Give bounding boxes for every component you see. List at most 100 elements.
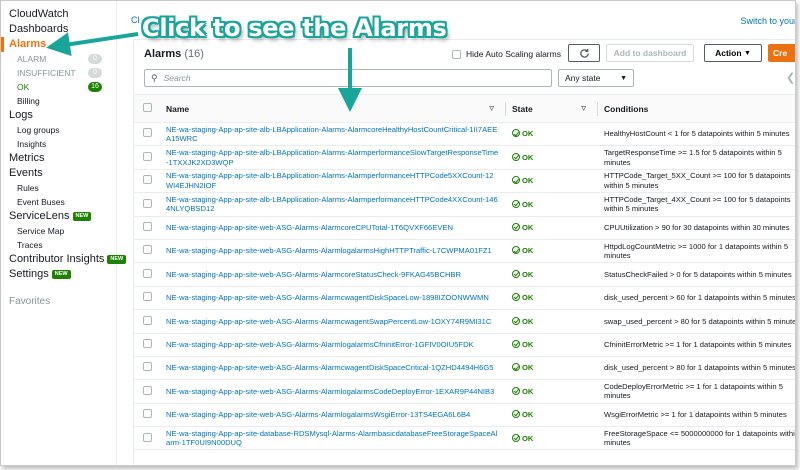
table-row[interactable]: NE-wa-staging-App-ap-site-web-ASG-Alarms… xyxy=(134,309,795,334)
alarm-name-link[interactable]: NE-wa-staging-App-ap-site-web-ASG-Alarms… xyxy=(166,223,453,232)
table-row[interactable]: NE-wa-staging-App-ap-site-web-ASG-Alarms… xyxy=(134,216,795,240)
sidebar-item-ok-state[interactable]: OK 16 xyxy=(1,80,116,94)
sidebar-item-insufficient-state[interactable]: INSUFFICIENT 0 xyxy=(1,66,116,80)
alarm-state-text: OK xyxy=(522,246,534,256)
row-checkbox[interactable] xyxy=(142,245,152,255)
alarm-name-cell: NE-wa-staging-App-ap-site-web-ASG-Alarms… xyxy=(160,333,506,357)
check-circle-icon xyxy=(512,152,520,161)
sidebar-item-metrics[interactable]: Metrics xyxy=(1,151,116,166)
search-input[interactable]: ⚲ Search xyxy=(144,69,552,87)
check-circle-icon xyxy=(512,129,520,138)
alarm-state-cell: OK xyxy=(506,122,598,147)
state-filter-select[interactable]: Any state ▼ xyxy=(558,69,634,87)
alarm-name-link[interactable]: NE-wa-staging-App-ap-site-web-ASG-Alarms… xyxy=(166,293,489,302)
add-to-dashboard-button[interactable]: Add to dashboard xyxy=(606,44,694,62)
table-row[interactable]: NE-wa-staging-App-ap-site-web-ASG-Alarms… xyxy=(134,262,795,287)
check-circle-icon xyxy=(512,386,520,395)
alarm-name-link[interactable]: NE-wa-staging-App-ap-site-web-ASG-Alarms… xyxy=(166,363,493,372)
table-row[interactable]: NE-wa-staging-App-ap-site-web-ASG-Alarms… xyxy=(134,239,795,264)
alarm-state-text: OK xyxy=(522,410,534,420)
sidebar-item-alarm-state[interactable]: ALARM 0 xyxy=(1,52,116,66)
sidebar-item-cloudwatch[interactable]: CloudWatch xyxy=(1,7,116,22)
create-alarm-button[interactable]: Cre xyxy=(768,44,795,62)
sidebar-item-label: Billing xyxy=(17,96,40,106)
page-title: Alarms (16) xyxy=(144,48,204,60)
sidebar-item-traces[interactable]: Traces xyxy=(1,238,116,252)
sidebar-item-label: Contributor Insights xyxy=(9,253,105,265)
sidebar-item-contributor-insights[interactable]: Contributor Insights NEW xyxy=(1,252,127,267)
alarm-name-link[interactable]: NE-wa-staging-App-ap-site-web-ASG-Alarms… xyxy=(166,410,470,419)
sidebar-item-label: OK xyxy=(17,82,30,92)
alarm-name-link[interactable]: NE-wa-staging-App-ap-site-web-ASG-Alarms… xyxy=(166,270,461,279)
refresh-button[interactable] xyxy=(568,44,600,62)
column-header-state[interactable]: State ▽ xyxy=(506,94,598,123)
table-row[interactable]: NE-wa-staging-App-ap-site-web-ASG-Alarms… xyxy=(134,333,795,357)
row-checkbox[interactable] xyxy=(142,151,152,161)
row-checkbox[interactable] xyxy=(142,385,152,395)
alarm-name-link[interactable]: NE-wa-staging-App-ap-site-alb-LBApplicat… xyxy=(166,125,497,144)
sidebar-item-dashboards[interactable]: Dashboards xyxy=(1,22,116,37)
alarm-name-link[interactable]: NE-wa-staging-App-ap-site-alb-LBApplicat… xyxy=(166,195,498,214)
alarm-total-count: (16) xyxy=(184,48,204,60)
alarm-state-text: OK xyxy=(522,339,534,349)
row-select-cell xyxy=(134,426,160,451)
hide-autoscaling-checkbox[interactable] xyxy=(452,49,461,59)
alarm-name-link[interactable]: NE-wa-staging-App-ap-site-alb-LBApplicat… xyxy=(166,148,498,167)
table-row[interactable]: NE-wa-staging-App-ap-site-alb-LBApplicat… xyxy=(134,122,795,147)
row-checkbox[interactable] xyxy=(142,175,152,185)
alarm-name-link[interactable]: NE-wa-staging-App-ap-site-web-ASG-Alarms… xyxy=(166,387,494,396)
alarm-name-link[interactable]: NE-wa-staging-App-ap-site-alb-LBApplicat… xyxy=(166,171,494,190)
table-row[interactable]: NE-wa-staging-App-ap-site-alb-LBApplicat… xyxy=(134,169,795,194)
row-checkbox[interactable] xyxy=(142,409,152,419)
table-row[interactable]: NE-wa-staging-App-ap-site-web-ASG-Alarms… xyxy=(134,403,795,428)
row-checkbox[interactable] xyxy=(142,432,152,442)
sidebar-item-logs[interactable]: Logs xyxy=(1,108,116,123)
sort-icon[interactable]: ▽ xyxy=(581,105,586,112)
alarm-name-link[interactable]: NE-wa-staging-App-ap-site-database-RDSMy… xyxy=(166,429,497,448)
select-all-checkbox[interactable] xyxy=(142,103,152,112)
alarm-name-cell: NE-wa-staging-App-ap-site-alb-LBApplicat… xyxy=(160,145,506,170)
sidebar-item-events[interactable]: Events xyxy=(1,166,116,181)
hide-autoscaling-toggle[interactable]: Hide Auto Scaling alarms xyxy=(452,49,561,59)
alarm-condition-cell: HttpdLogCountMetric >= 1000 for 1 datapo… xyxy=(598,239,795,264)
row-checkbox[interactable] xyxy=(142,198,152,208)
action-button[interactable]: Action ▼ xyxy=(704,44,762,62)
switch-console-link[interactable]: Switch to your xyxy=(740,16,795,26)
table-row[interactable]: NE-wa-staging-App-ap-site-web-ASG-Alarms… xyxy=(134,286,795,311)
row-select-cell xyxy=(134,356,160,381)
chevron-left-icon[interactable]: ❮ xyxy=(786,71,795,84)
alarm-name-link[interactable]: NE-wa-staging-App-ap-site-web-ASG-Alarms… xyxy=(166,340,474,349)
table-row[interactable]: NE-wa-staging-App-ap-site-web-ASG-Alarms… xyxy=(134,379,795,404)
alarm-condition-cell: CPUUtilization > 90 for 30 datapoints wi… xyxy=(598,216,795,240)
sidebar-item-servicelens[interactable]: ServiceLens NEW xyxy=(1,209,116,224)
sidebar-item-billing[interactable]: Billing xyxy=(1,94,116,108)
sidebar-item-rules[interactable]: Rules xyxy=(1,181,116,195)
sidebar-item-insights[interactable]: Insights xyxy=(1,137,116,151)
row-checkbox[interactable] xyxy=(142,222,152,231)
sidebar-item-settings[interactable]: Settings NEW xyxy=(1,267,116,282)
table-row[interactable]: NE-wa-staging-App-ap-site-database-RDSMy… xyxy=(134,426,795,451)
alarm-name-link[interactable]: NE-wa-staging-App-ap-site-web-ASG-Alarms… xyxy=(166,246,492,255)
row-checkbox[interactable] xyxy=(142,362,152,372)
column-header-name[interactable]: Name ▽ xyxy=(160,94,506,123)
breadcrumb[interactable]: Cl xyxy=(131,15,140,25)
sidebar-item-alarms[interactable]: Alarms xyxy=(1,37,116,52)
table-row[interactable]: NE-wa-staging-App-ap-site-web-ASG-Alarms… xyxy=(134,356,795,381)
row-checkbox[interactable] xyxy=(142,128,152,138)
alarm-name-link[interactable]: NE-wa-staging-App-ap-site-web-ASG-Alarms… xyxy=(166,317,491,326)
row-checkbox[interactable] xyxy=(142,268,152,278)
alarm-name-cell: NE-wa-staging-App-ap-site-alb-LBApplicat… xyxy=(160,192,506,217)
sidebar-item-log-groups[interactable]: Log groups xyxy=(1,123,116,137)
sidebar-item-event-buses[interactable]: Event Buses xyxy=(1,195,116,209)
sort-icon[interactable]: ▽ xyxy=(489,105,494,112)
column-header-conditions[interactable]: Conditions xyxy=(598,94,795,123)
sidebar-item-label: INSUFFICIENT xyxy=(17,68,76,78)
row-checkbox[interactable] xyxy=(142,315,152,325)
table-row[interactable]: NE-wa-staging-App-ap-site-alb-LBApplicat… xyxy=(134,192,795,217)
alarms-panel: Alarms (16) Hide Auto Scaling alarms Add… xyxy=(133,39,795,465)
row-select-cell xyxy=(134,192,160,217)
table-row[interactable]: NE-wa-staging-App-ap-site-alb-LBApplicat… xyxy=(134,145,795,170)
sidebar-item-service-map[interactable]: Service Map xyxy=(1,224,116,238)
row-checkbox[interactable] xyxy=(142,292,152,302)
row-checkbox[interactable] xyxy=(142,338,152,348)
